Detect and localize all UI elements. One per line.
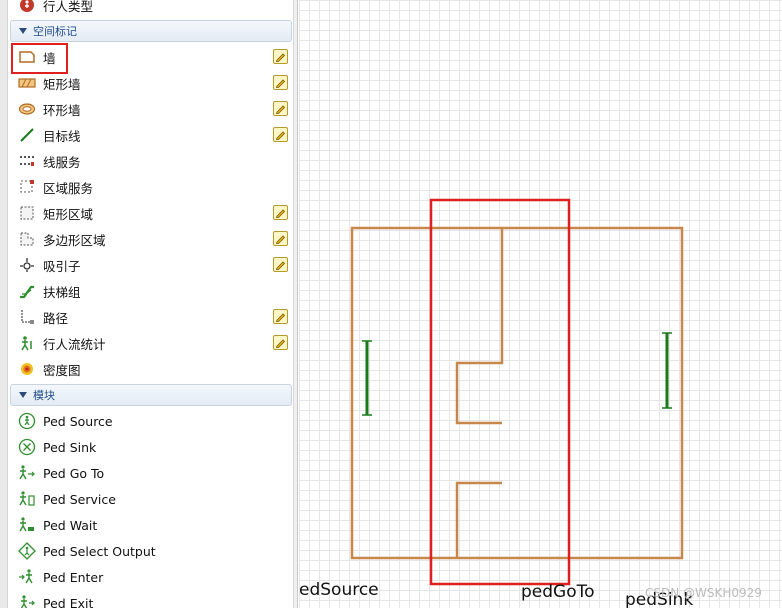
section-header-modules[interactable]: 模块 xyxy=(10,384,292,406)
palette-item-ped-exit[interactable]: Ped Exit xyxy=(12,590,290,608)
density-map-icon xyxy=(16,359,38,379)
canvas-drawing xyxy=(350,198,684,586)
ped-sink-icon xyxy=(16,437,38,457)
palette-item-ring-wall[interactable]: 环形墙 xyxy=(12,96,290,122)
ring-wall-icon xyxy=(16,99,38,119)
palette-item-ped-select-output[interactable]: Ped Select Output xyxy=(12,538,290,564)
palette-item-ped-service[interactable]: Ped Service xyxy=(12,486,290,512)
escalator-group-icon xyxy=(16,281,38,301)
edit-pencil-icon[interactable] xyxy=(273,335,288,350)
edit-pencil-icon[interactable] xyxy=(273,257,288,272)
ped-service-icon xyxy=(16,489,38,509)
palette-item-label: 路径 xyxy=(43,310,69,326)
block-label-ped-goto[interactable]: pedGoTo xyxy=(521,582,595,602)
section-title: 模块 xyxy=(33,389,55,402)
palette-item-label: Ped Enter xyxy=(43,569,104,585)
area-service-icon xyxy=(16,177,38,197)
target-line-right xyxy=(662,332,672,409)
palette-item-label: 吸引子 xyxy=(43,258,81,274)
edit-pencil-icon[interactable] xyxy=(273,309,288,324)
edit-pencil-icon[interactable] xyxy=(273,205,288,220)
section-title: 空间标记 xyxy=(33,25,77,38)
palette-item-ped-goto[interactable]: Ped Go To xyxy=(12,460,290,486)
model-canvas[interactable]: edSource pedGoTo pedSink CSDN @WSKH0929 xyxy=(299,0,782,608)
collapse-triangle-icon[interactable] xyxy=(19,392,27,398)
left-edge-strip xyxy=(0,0,8,608)
block-label-ped-source[interactable]: edSource xyxy=(299,580,379,600)
target-line-icon xyxy=(16,125,38,145)
palette-item-label: Ped Wait xyxy=(43,517,98,533)
path-icon xyxy=(16,307,38,327)
palette-item-attractor[interactable]: 吸引子 xyxy=(12,252,290,278)
palette-item-path[interactable]: 路径 xyxy=(12,304,290,330)
target-line-left xyxy=(362,340,372,416)
palette-item-ped-source[interactable]: Ped Source xyxy=(12,408,290,434)
annotation-red-rect xyxy=(429,198,571,586)
ped-flow-stats-icon xyxy=(16,333,38,353)
palette-item-label: 区域服务 xyxy=(43,180,94,196)
palette-item-label: Ped Service xyxy=(43,491,116,507)
palette-item-label: Ped Exit xyxy=(43,595,94,608)
palette-item-ped-enter[interactable]: Ped Enter xyxy=(12,564,290,590)
palette-item-pedestrian-type[interactable]: 行人类型 xyxy=(12,0,290,18)
palette-item-label: 矩形墙 xyxy=(43,76,81,92)
pedestrian-type-icon xyxy=(16,0,38,15)
palette-item-label: Ped Source xyxy=(43,413,113,429)
palette-item-ped-flow-stats[interactable]: 行人流统计 xyxy=(12,330,290,356)
ped-enter-icon xyxy=(16,567,38,587)
edit-pencil-icon[interactable] xyxy=(273,127,288,142)
polygon-area-icon xyxy=(16,229,38,249)
palette-item-label: 行人类型 xyxy=(43,0,94,14)
palette-scrollbar[interactable] xyxy=(293,0,297,608)
palette-item-label: Ped Sink xyxy=(43,439,97,455)
edit-pencil-icon[interactable] xyxy=(273,231,288,246)
palette-item-polygon-area[interactable]: 多边形区域 xyxy=(12,226,290,252)
palette-item-line-service[interactable]: 线服务 xyxy=(12,148,290,174)
edit-pencil-icon[interactable] xyxy=(273,101,288,116)
palette-item-label: 扶梯组 xyxy=(43,284,81,300)
palette-item-label: 矩形区域 xyxy=(43,206,94,222)
watermark-text: CSDN @WSKH0929 xyxy=(645,586,762,600)
palette-item-rect-wall[interactable]: 矩形墙 xyxy=(12,70,290,96)
palette-item-ped-wait[interactable]: Ped Wait xyxy=(12,512,290,538)
ped-goto-icon xyxy=(16,463,38,483)
palette-item-escalator-group[interactable]: 扶梯组 xyxy=(12,278,290,304)
palette-item-label: 目标线 xyxy=(43,128,81,144)
ped-source-icon xyxy=(16,411,38,431)
palette-item-label: 环形墙 xyxy=(43,102,81,118)
edit-pencil-icon[interactable] xyxy=(273,75,288,90)
palette-item-label: 线服务 xyxy=(43,154,81,170)
wall-outer-rect xyxy=(350,226,684,560)
line-service-icon xyxy=(16,151,38,171)
palette-item-label: 密度图 xyxy=(43,362,81,378)
palette-item-label: 行人流统计 xyxy=(43,336,106,352)
palette-item-area-service[interactable]: 区域服务 xyxy=(12,174,290,200)
ped-select-output-icon xyxy=(16,541,38,561)
palette-item-label: Ped Select Output xyxy=(43,543,156,559)
section-header-space-markup[interactable]: 空间标记 xyxy=(10,20,292,42)
palette-item-ped-sink[interactable]: Ped Sink xyxy=(12,434,290,460)
edit-pencil-icon[interactable] xyxy=(273,49,288,64)
rect-wall-icon xyxy=(16,73,38,93)
palette-item-density-map[interactable]: 密度图 xyxy=(12,356,290,382)
wall-inner-upper xyxy=(455,228,504,425)
ped-wait-icon xyxy=(16,515,38,535)
rect-area-icon xyxy=(16,203,38,223)
palette-panel: 行人类型 空间标记 墙 矩形墙 环形墙 目标线 线服务 区域服务 矩形区域 多边… xyxy=(0,0,298,608)
ped-exit-icon xyxy=(16,593,38,608)
attractor-icon xyxy=(16,255,38,275)
wall-inner-lower xyxy=(455,481,502,558)
palette-item-rect-area[interactable]: 矩形区域 xyxy=(12,200,290,226)
palette-item-label: Ped Go To xyxy=(43,465,105,481)
collapse-triangle-icon[interactable] xyxy=(19,28,27,34)
palette-item-label: 多边形区域 xyxy=(43,232,106,248)
palette-item-target-line[interactable]: 目标线 xyxy=(12,122,290,148)
